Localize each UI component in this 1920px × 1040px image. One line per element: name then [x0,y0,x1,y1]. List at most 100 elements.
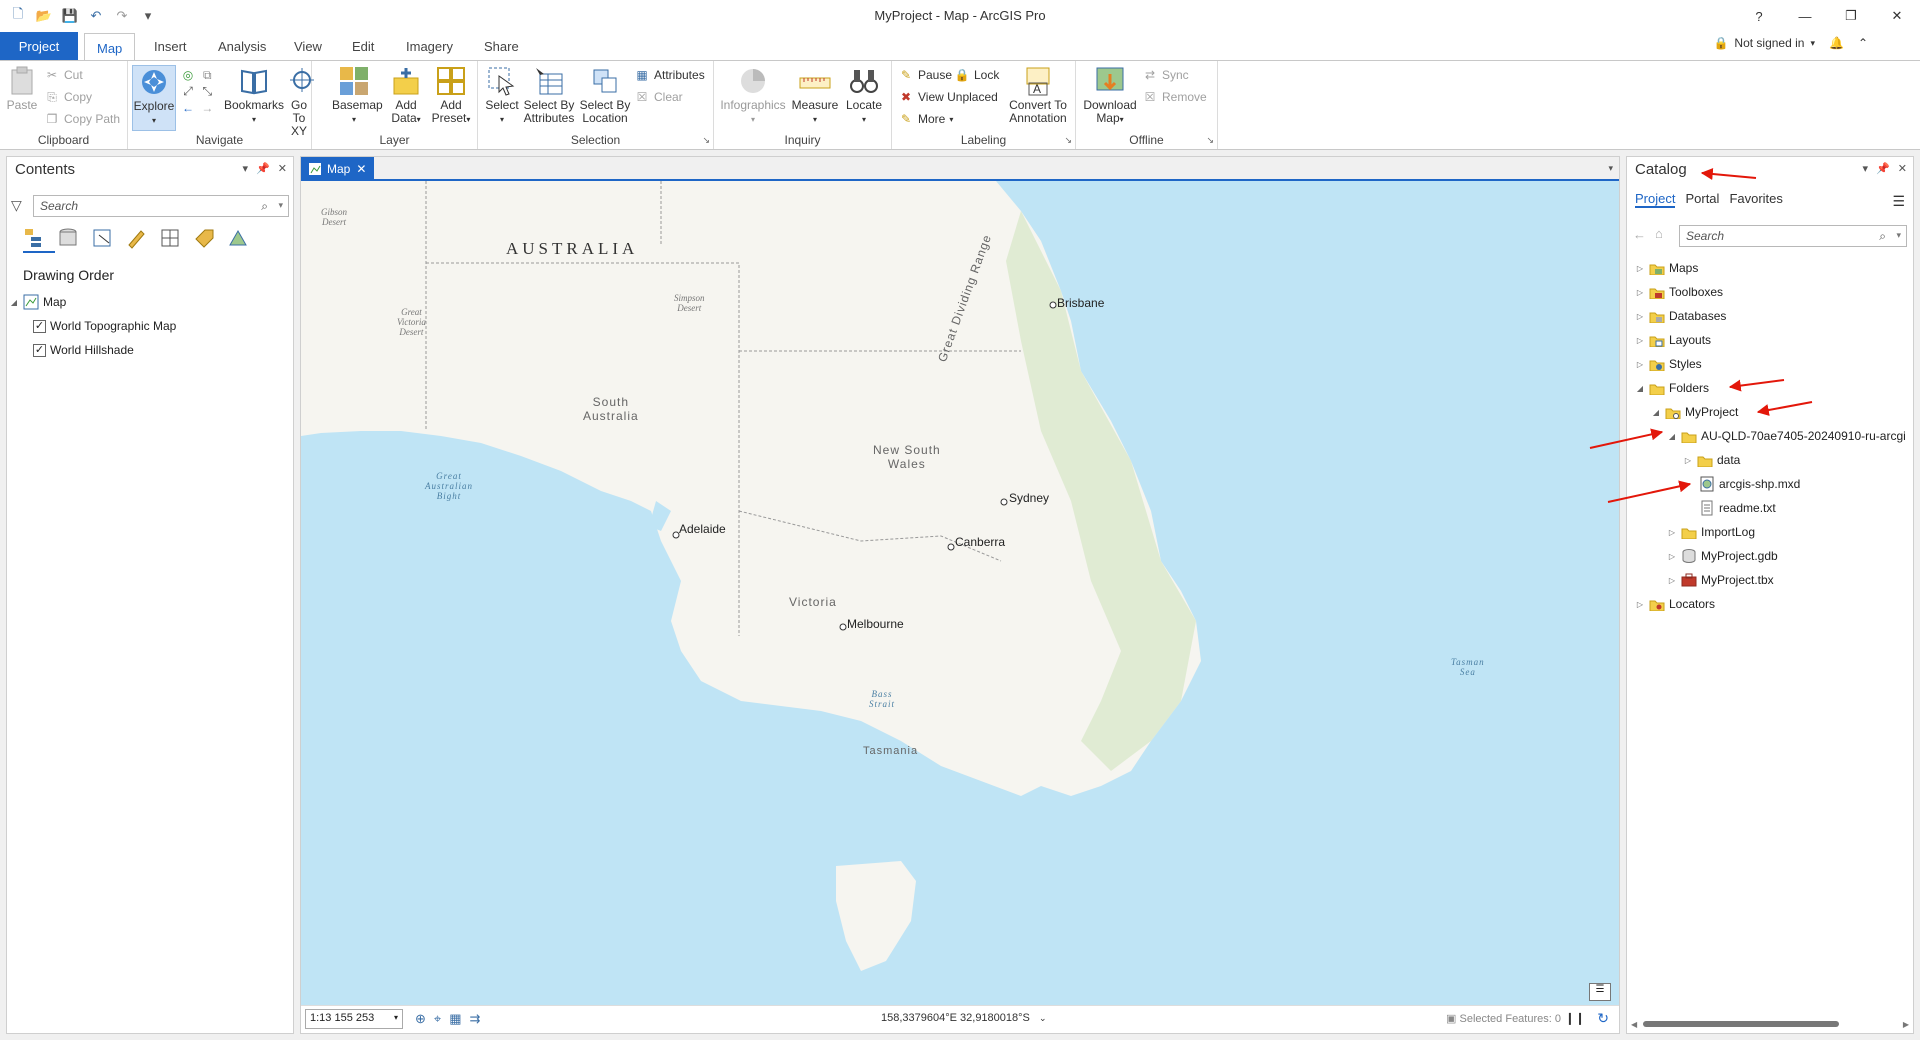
pane-options-icon[interactable]: ▾ [243,162,249,175]
close-window-button[interactable]: ✕ [1874,0,1920,32]
expand-triangle-icon[interactable]: ▷ [1667,552,1677,561]
notifications-icon[interactable]: 🔔 [1829,36,1844,50]
tab-analysis[interactable]: Analysis [206,32,278,60]
help-button[interactable]: ? [1736,0,1782,32]
expand-triangle-icon[interactable]: ▷ [1635,264,1645,273]
catalog-item-data-folder[interactable]: ▷ data [1683,449,1740,471]
scrollbar-thumb[interactable] [1643,1021,1839,1027]
bookmarks-button[interactable]: Bookmarks ▾ [224,65,284,126]
grid-icon[interactable]: ▦ [449,1011,461,1027]
pause-drawing-icon[interactable]: ❙❙ [1565,1011,1585,1025]
navigation-icon[interactable]: ⌖ [434,1011,441,1027]
full-extent-icon[interactable]: ◎ [180,67,196,83]
undo-icon[interactable]: ↶ [86,6,106,26]
restore-button[interactable]: ❐ [1828,0,1874,32]
list-by-editing-icon[interactable] [125,227,147,249]
filter-icon[interactable]: ▽ [11,197,22,214]
expand-triangle-icon[interactable]: ▷ [1667,576,1677,585]
catalog-horizontal-scrollbar[interactable]: ◀ ▶ [1631,1019,1909,1029]
expand-triangle-icon[interactable]: ▷ [1635,288,1645,297]
home-icon[interactable]: ⌂ [1655,226,1663,241]
collapse-triangle-icon[interactable]: ◢ [1651,408,1661,417]
layer-visibility-checkbox[interactable]: ✓ [33,343,46,357]
minimize-button[interactable]: — [1782,0,1828,32]
tab-project[interactable]: Project [0,32,78,60]
view-unplaced-button[interactable]: ✖ View Unplaced [898,89,998,105]
catalog-item-gdb[interactable]: ▷ MyProject.gdb [1667,545,1778,567]
download-map-button[interactable]: Download Map▾ [1080,65,1140,126]
expand-triangle-icon[interactable]: ▷ [1635,600,1645,609]
zoom-out-fixed-icon[interactable]: ⤡ [199,84,215,100]
catalog-item-readme-file[interactable]: readme.txt [1699,497,1776,519]
scale-selector[interactable]: 1:13 155 253 ▾ [305,1009,403,1029]
catalog-item-databases[interactable]: ▷ Databases [1635,305,1726,327]
map-extent-icon[interactable]: ⊕ [415,1011,426,1027]
tab-view[interactable]: View [282,32,334,60]
lock-labeling-button[interactable]: 🔒 Lock [954,67,1000,83]
list-by-source-icon[interactable] [57,227,79,249]
close-icon[interactable]: ✕ [278,162,287,175]
select-button[interactable]: Select ▾ [484,65,520,126]
pin-icon[interactable]: 📌 [1876,162,1890,175]
collapse-triangle-icon[interactable]: ◢ [1667,432,1677,441]
paste-button[interactable]: Paste [4,65,40,112]
snapping-icon[interactable]: ⇉ [470,1011,481,1027]
tab-edit[interactable]: Edit [340,32,386,60]
copy-path-button[interactable]: ❐ Copy Path [44,111,120,127]
catalog-item-maps[interactable]: ▷ Maps [1635,257,1698,279]
tab-catalog-portal[interactable]: Portal [1685,191,1719,208]
catalog-item-mxd-file[interactable]: arcgis-shp.mxd [1699,473,1800,495]
tab-map-view[interactable]: Map ✕ [301,157,375,181]
close-tab-icon[interactable]: ✕ [356,162,366,176]
more-labeling-button[interactable]: ✎ More ▾ [898,111,953,127]
catalog-item-toolboxes[interactable]: ▷ Toolboxes [1635,281,1723,303]
go-to-xy-button[interactable]: Go To XY [286,65,314,138]
list-by-selection-icon[interactable] [91,227,113,249]
cut-button[interactable]: ✂ Cut [44,67,83,83]
expand-triangle-icon[interactable]: ▷ [1635,312,1645,321]
new-project-icon[interactable]: 🗋 [8,6,28,26]
tree-item-map[interactable]: ◢ Map [9,291,66,313]
copy-button[interactable]: ⎘ Copy [44,89,92,105]
tab-insert[interactable]: Insert [142,32,199,60]
chevron-down-icon[interactable]: ▾ [1608,163,1613,174]
explore-button[interactable]: Explore ▾ [132,65,176,131]
open-project-icon[interactable]: 📂 [34,6,54,26]
pin-icon[interactable]: 📌 [256,162,270,175]
sign-in-status[interactable]: 🔒 Not signed in ▾ 🔔 ⌃ [1713,36,1868,50]
catalog-item-importlog[interactable]: ▷ ImportLog [1667,521,1755,543]
add-data-button[interactable]: Add Data▾ [386,65,426,126]
collapse-ribbon-icon[interactable]: ⌃ [1858,36,1868,50]
attributes-button[interactable]: ▦ Attributes [634,67,704,83]
customize-qat-icon[interactable]: ▾ [138,6,158,26]
catalog-item-styles[interactable]: ▷ Styles [1635,353,1702,375]
select-by-location-button[interactable]: Select By Location [578,65,632,125]
redo-icon[interactable]: ↷ [112,6,132,26]
convert-to-annotation-button[interactable]: A Convert To Annotation [1004,65,1072,125]
selected-features[interactable]: ▣ Selected Features: 0 [1446,1012,1561,1025]
remove-button[interactable]: ☒ Remove [1142,89,1207,105]
collapse-triangle-icon[interactable]: ◢ [1635,384,1645,393]
catalog-search-input[interactable]: Search ⌕ ▾ [1679,225,1907,247]
expand-triangle-icon[interactable]: ▷ [1635,360,1645,369]
catalog-item-myproject-folder[interactable]: ◢ MyProject [1651,401,1738,423]
expand-triangle-icon[interactable]: ▷ [1683,456,1693,465]
save-project-icon[interactable]: 💾 [60,6,80,26]
catalog-item-layouts[interactable]: ▷ Layouts [1635,329,1711,351]
layer-item[interactable]: ✓ World Hillshade [33,339,134,361]
list-by-drawing-order-icon[interactable] [23,227,45,249]
back-icon[interactable]: ← [1633,227,1646,242]
locate-button[interactable]: Locate ▾ [842,65,886,126]
catalog-item-tbx[interactable]: ▷ MyProject.tbx [1667,569,1774,591]
list-by-snapping-icon[interactable] [159,227,181,249]
previous-extent-icon[interactable]: ← [180,100,196,116]
map-canvas[interactable]: AUSTRALIA Gibson Desert Great Victoria Dese… [301,181,1619,1007]
pause-labeling-button[interactable]: ✎ Pause [898,67,952,83]
chevron-down-icon[interactable]: ⌄ [1039,1013,1047,1023]
fixed-zoom-icon[interactable]: ⧉ [199,68,215,84]
list-by-labeling-icon[interactable] [193,227,215,249]
close-icon[interactable]: ✕ [1898,162,1907,175]
catalog-item-au-folder[interactable]: ◢ AU-QLD-70ae7405-20240910-ru-arcgi [1667,425,1906,447]
infographics-button[interactable]: Infographics ▾ [720,65,786,126]
sync-button[interactable]: ⇄ Sync [1142,67,1189,83]
